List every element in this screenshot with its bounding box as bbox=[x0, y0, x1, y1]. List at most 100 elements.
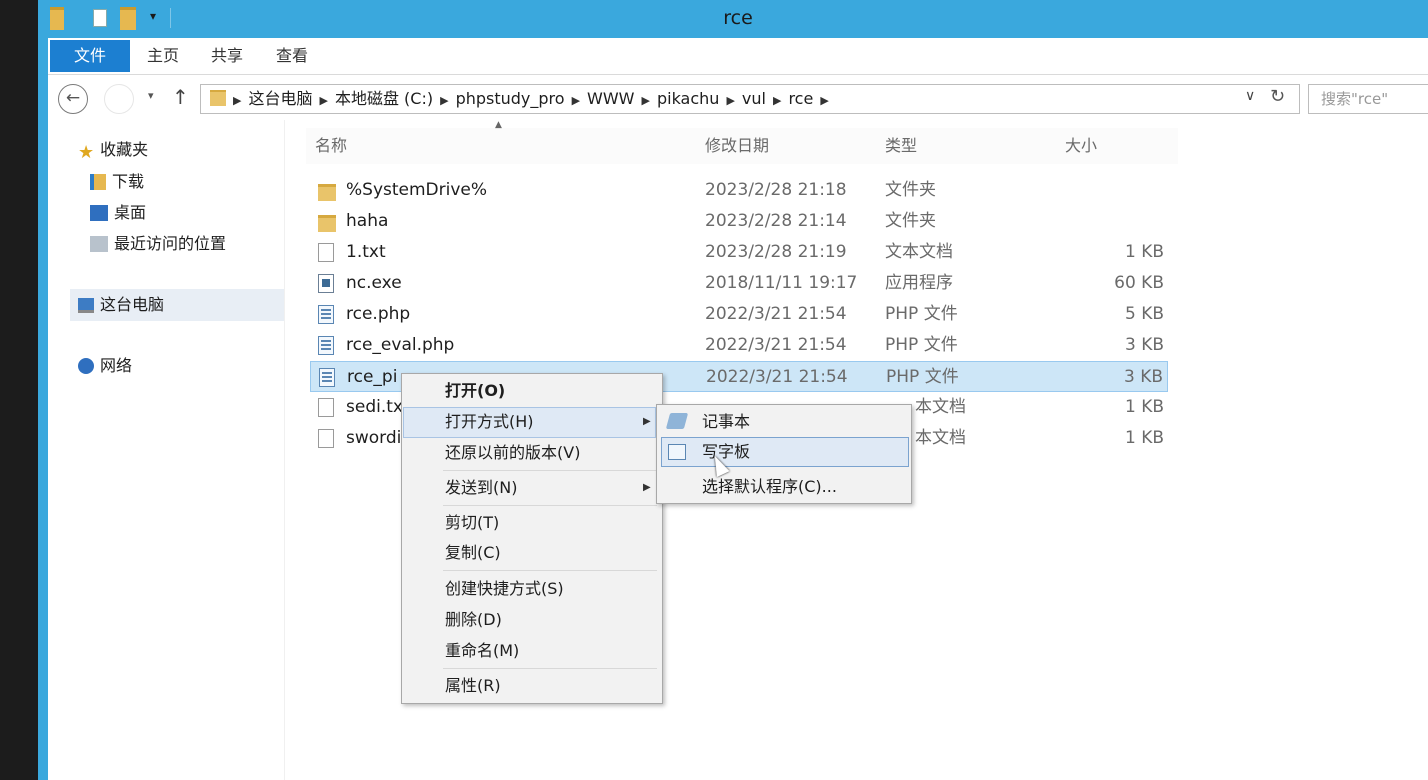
breadcrumb-phpstudy[interactable]: phpstudy_pro bbox=[456, 89, 565, 108]
sidebar-item-recent-places[interactable]: 最近访问的位置 bbox=[90, 231, 226, 257]
file-size: 1 KB bbox=[1124, 242, 1164, 262]
text-file-icon bbox=[318, 243, 334, 262]
file-name: 1.txt bbox=[346, 242, 386, 262]
sort-ascending-icon: ▲ bbox=[495, 120, 502, 130]
file-type: PHP 文件 bbox=[885, 304, 958, 324]
text-file-icon bbox=[318, 429, 334, 448]
search-input[interactable]: 搜索"rce" bbox=[1308, 84, 1428, 114]
file-type: 本文档 bbox=[915, 397, 966, 417]
folder-icon bbox=[318, 184, 336, 201]
file-name: swordi bbox=[346, 428, 402, 448]
tab-file[interactable]: 文件 bbox=[50, 40, 130, 72]
folder-icon bbox=[210, 90, 226, 106]
file-row[interactable]: nc.exe 2018/11/11 19:17 应用程序 60 KB bbox=[310, 268, 1168, 299]
file-row[interactable]: rce_eval.php 2022/3/21 21:54 PHP 文件 3 KB bbox=[310, 330, 1168, 361]
submenu-item-notepad[interactable]: 记事本 bbox=[702, 407, 750, 437]
menu-separator bbox=[443, 668, 657, 669]
file-name: %SystemDrive% bbox=[346, 180, 488, 200]
breadcrumb[interactable]: ▶ 这台电脑 ▶ 本地磁盘 (C:) ▶ phpstudy_pro ▶ WWW ▶ pikachu… bbox=[210, 84, 836, 114]
file-row[interactable]: 1.txt 2023/2/28 21:19 文本文档 1 KB bbox=[310, 237, 1168, 268]
column-header-date[interactable]: 修改日期 bbox=[705, 128, 769, 164]
file-type: 本文档 bbox=[915, 428, 966, 448]
folder-icon bbox=[318, 215, 336, 232]
file-date: 2022/3/21 21:54 bbox=[706, 367, 848, 387]
sidebar-item-this-pc[interactable]: 这台电脑 bbox=[78, 292, 164, 318]
file-name: rce.php bbox=[346, 304, 411, 324]
sidebar-divider bbox=[284, 120, 285, 780]
sidebar-item-favorites[interactable]: ★ 收藏夹 bbox=[78, 137, 148, 163]
exe-file-icon bbox=[318, 274, 334, 293]
file-name: nc.exe bbox=[346, 273, 402, 293]
column-header-size[interactable]: 大小 bbox=[1065, 128, 1097, 164]
wordpad-icon bbox=[668, 444, 686, 460]
desktop-icon bbox=[90, 205, 108, 221]
menu-separator bbox=[443, 570, 657, 571]
file-size: 3 KB bbox=[1123, 367, 1163, 387]
back-button[interactable]: ← bbox=[58, 84, 88, 114]
menu-item-restore-versions[interactable]: 还原以前的版本(V) bbox=[445, 438, 580, 468]
address-history-dropdown-icon[interactable]: ∨ bbox=[1245, 88, 1255, 104]
file-date: 2023/2/28 21:19 bbox=[705, 242, 847, 262]
php-file-icon bbox=[318, 336, 334, 355]
recent-locations-dropdown-icon[interactable]: ▾ bbox=[148, 89, 154, 102]
submenu-highlight bbox=[661, 437, 909, 467]
file-name: sedi.tx bbox=[346, 397, 403, 417]
network-icon bbox=[78, 358, 94, 374]
refresh-icon[interactable]: ↻ bbox=[1270, 86, 1285, 107]
breadcrumb-this-pc[interactable]: 这台电脑 bbox=[248, 89, 312, 108]
file-row[interactable]: %SystemDrive% 2023/2/28 21:18 文件夹 bbox=[310, 175, 1168, 206]
tab-share[interactable]: 共享 bbox=[211, 40, 243, 72]
breadcrumb-vul[interactable]: vul bbox=[742, 89, 766, 108]
sidebar-item-downloads[interactable]: 下载 bbox=[90, 169, 144, 195]
breadcrumb-rce[interactable]: rce bbox=[788, 89, 813, 108]
file-size: 5 KB bbox=[1124, 304, 1164, 324]
file-row[interactable]: haha 2023/2/28 21:14 文件夹 bbox=[310, 206, 1168, 237]
file-type: 文件夹 bbox=[885, 180, 936, 200]
sidebar-item-network[interactable]: 网络 bbox=[78, 353, 132, 379]
download-folder-icon bbox=[90, 174, 106, 190]
sidebar-item-desktop[interactable]: 桌面 bbox=[90, 200, 146, 226]
file-date: 2018/11/11 19:17 bbox=[705, 273, 858, 293]
menu-item-cut[interactable]: 剪切(T) bbox=[445, 508, 499, 538]
column-header-name[interactable]: 名称 bbox=[315, 128, 347, 164]
window-border bbox=[38, 0, 48, 780]
forward-button[interactable] bbox=[104, 84, 134, 114]
up-arrow-icon[interactable]: ↑ bbox=[172, 85, 189, 109]
file-size: 1 KB bbox=[1124, 428, 1164, 448]
tab-home[interactable]: 主页 bbox=[147, 40, 179, 72]
menu-item-create-shortcut[interactable]: 创建快捷方式(S) bbox=[445, 574, 564, 604]
file-type: 文件夹 bbox=[885, 211, 936, 231]
menu-separator bbox=[443, 470, 657, 471]
ribbon-divider bbox=[48, 74, 1428, 75]
file-name: rce_eval.php bbox=[346, 335, 455, 355]
menu-item-rename[interactable]: 重命名(M) bbox=[445, 636, 519, 666]
file-date: 2023/2/28 21:18 bbox=[705, 180, 847, 200]
menu-item-copy[interactable]: 复制(C) bbox=[445, 538, 501, 568]
file-type: 应用程序 bbox=[885, 273, 953, 293]
file-date: 2022/3/21 21:54 bbox=[705, 335, 847, 355]
submenu-arrow-icon: ▶ bbox=[643, 416, 651, 427]
submenu-item-choose-default[interactable]: 选择默认程序(C)... bbox=[702, 472, 837, 502]
file-type: PHP 文件 bbox=[886, 367, 959, 387]
file-size: 60 KB bbox=[1114, 273, 1164, 293]
breadcrumb-local-disk[interactable]: 本地磁盘 (C:) bbox=[335, 89, 433, 108]
breadcrumb-www[interactable]: WWW bbox=[587, 89, 634, 108]
menu-item-delete[interactable]: 删除(D) bbox=[445, 605, 502, 635]
text-file-icon bbox=[318, 398, 334, 417]
menu-item-open-with[interactable]: 打开方式(H) bbox=[445, 407, 534, 437]
column-header-type[interactable]: 类型 bbox=[885, 128, 917, 164]
file-row[interactable]: rce.php 2022/3/21 21:54 PHP 文件 5 KB bbox=[310, 299, 1168, 330]
submenu-arrow-icon: ▶ bbox=[643, 482, 651, 493]
menu-item-properties[interactable]: 属性(R) bbox=[445, 671, 501, 701]
menu-item-open[interactable]: 打开(O) bbox=[445, 376, 505, 406]
file-date: 2022/3/21 21:54 bbox=[705, 304, 847, 324]
menu-item-send-to[interactable]: 发送到(N) bbox=[445, 473, 517, 503]
ribbon bbox=[48, 38, 1428, 74]
computer-icon bbox=[78, 298, 94, 313]
tab-view[interactable]: 查看 bbox=[276, 40, 308, 72]
star-icon: ★ bbox=[78, 142, 95, 163]
file-name: haha bbox=[346, 211, 389, 231]
window-title: rce bbox=[723, 7, 753, 29]
php-file-icon bbox=[319, 368, 335, 387]
breadcrumb-pikachu[interactable]: pikachu bbox=[657, 89, 719, 108]
